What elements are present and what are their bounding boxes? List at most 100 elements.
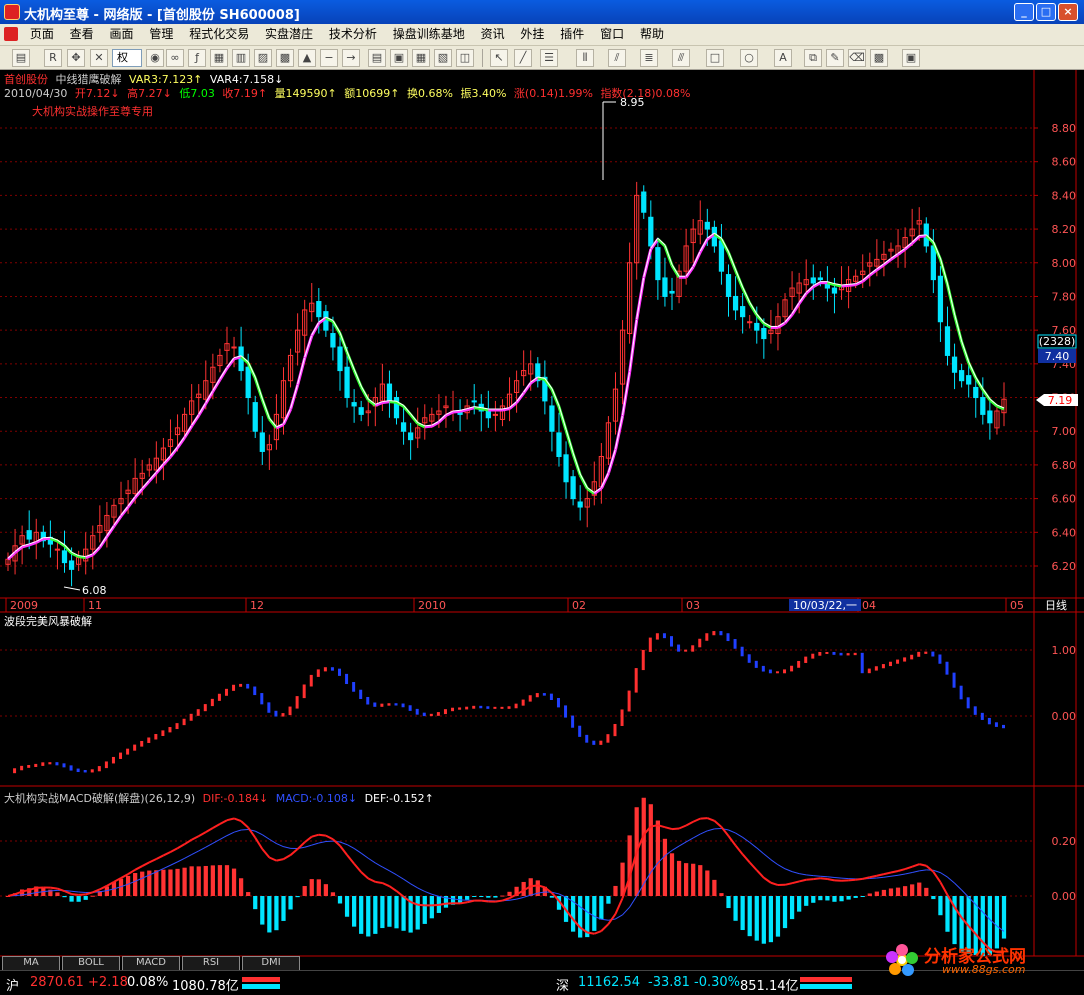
line-icon[interactable]: ╱ — [514, 49, 532, 67]
arrow-icon[interactable]: → — [342, 49, 360, 67]
bars-icon[interactable]: ⦀ — [576, 49, 594, 67]
menu-technical-analysis[interactable]: 技术分析 — [323, 24, 383, 45]
wave-dot — [839, 652, 843, 656]
text-lines-icon[interactable]: ☰ — [540, 49, 558, 67]
ma-ribbon-segment — [861, 274, 871, 283]
quote-index: 指数(2.18)0.08% — [600, 87, 691, 100]
wave-dot — [896, 659, 900, 664]
candle-body — [231, 346, 237, 349]
link-icon[interactable]: ∞ — [166, 49, 184, 67]
eraser-icon[interactable]: ⌫ — [848, 49, 866, 67]
alarm-icon[interactable]: ▲ — [298, 49, 316, 67]
move-icon[interactable]: ✥ — [67, 49, 85, 67]
stats-icon[interactable]: ▥ — [232, 49, 250, 67]
candle-body — [655, 247, 661, 281]
wave-dot — [677, 644, 681, 652]
dea-line-segment — [897, 873, 906, 876]
diagram-icon[interactable]: ▦ — [210, 49, 228, 67]
ellipse-icon[interactable]: ○ — [740, 49, 758, 67]
save-icon[interactable]: ▣ — [902, 49, 920, 67]
price-tick-label: 8.20 — [1052, 223, 1077, 236]
macd-histogram-bar — [493, 896, 498, 898]
menu-live-dealer[interactable]: 实盘潜庄 — [259, 24, 319, 45]
menu-plugin-ext[interactable]: 外挂 — [514, 24, 550, 45]
macd-histogram-bar — [655, 820, 660, 896]
layout4-icon[interactable]: ▧ — [434, 49, 452, 67]
chart2-icon[interactable]: ◫ — [456, 49, 474, 67]
menu-program-trading[interactable]: 程式化交易 — [183, 24, 255, 45]
chart-canvas[interactable]: 8.808.608.408.208.007.807.607.407.207.00… — [0, 70, 1084, 970]
minus-icon[interactable]: − — [320, 49, 338, 67]
candle-body — [259, 432, 265, 452]
layout2-icon[interactable]: ▣ — [390, 49, 408, 67]
tab-boll[interactable]: BOLL — [62, 956, 120, 970]
wave-dot — [189, 713, 193, 721]
dif-line-segment — [813, 877, 821, 881]
menu-screen[interactable]: 画面 — [104, 24, 140, 45]
ma-line-segment — [558, 405, 567, 430]
tab-rsi[interactable]: RSI — [182, 956, 240, 970]
menu-news[interactable]: 资讯 — [475, 24, 511, 45]
refresh-icon[interactable]: ◉ — [146, 49, 164, 67]
delete-icon[interactable]: ✕ — [90, 49, 108, 67]
sz-index: 11162.54 — [578, 975, 641, 990]
ma-ribbon-segment — [790, 302, 801, 316]
cursor-icon[interactable]: ↖ — [490, 49, 508, 67]
dif-line-segment — [904, 865, 913, 871]
ma-ribbon-segment — [424, 424, 432, 429]
wave-dot — [76, 768, 80, 773]
copy-icon[interactable]: ⧉ — [804, 49, 822, 67]
color-icon[interactable]: ▩ — [870, 49, 888, 67]
candle-body — [245, 366, 251, 399]
ma-line-segment — [332, 320, 341, 333]
menu-training-base[interactable]: 操盘训练基地 — [387, 24, 471, 45]
menu-window[interactable]: 窗口 — [594, 24, 630, 45]
menu-view[interactable]: 查看 — [64, 24, 100, 45]
menu-page[interactable]: 页面 — [24, 24, 60, 45]
layout3-icon[interactable]: ▦ — [412, 49, 430, 67]
wave-dot — [528, 695, 532, 702]
macd-histogram-bar — [217, 865, 223, 896]
grid-icon[interactable]: ▩ — [276, 49, 294, 67]
ma-line-segment — [664, 244, 673, 265]
candle-body — [61, 550, 68, 564]
maximize-button[interactable]: □ — [1036, 3, 1056, 21]
ma-ribbon-segment — [105, 525, 116, 538]
pencil-icon[interactable]: ✎ — [826, 49, 844, 67]
menu-plugins[interactable]: 插件 — [554, 24, 590, 45]
menu-help[interactable]: 帮助 — [634, 24, 670, 45]
layout-icon[interactable]: ▤ — [368, 49, 386, 67]
open-icon[interactable]: ▤ — [12, 49, 30, 67]
tab-dmi[interactable]: DMI — [242, 956, 300, 970]
minimize-button[interactable]: _ — [1014, 3, 1034, 21]
tab-ma[interactable]: MA — [2, 956, 60, 970]
rsi-icon[interactable]: R — [44, 49, 62, 67]
wave-dot — [797, 660, 801, 668]
menu-manage[interactable]: 管理 — [143, 24, 179, 45]
fan-icon[interactable]: ⫽ — [608, 49, 626, 67]
formula-icon[interactable]: ƒ — [188, 49, 206, 67]
rect-icon[interactable]: □ — [706, 49, 724, 67]
rights-select[interactable]: 权 — [112, 49, 142, 67]
parallel-icon[interactable]: ⫻ — [672, 49, 690, 67]
wave-dot — [168, 727, 172, 733]
candle-body — [641, 191, 647, 213]
close-button[interactable]: × — [1058, 3, 1078, 21]
tab-macd[interactable]: MACD — [122, 956, 180, 970]
wave-dot — [641, 649, 645, 671]
font-icon[interactable]: A — [774, 49, 792, 67]
channel-icon[interactable]: ≣ — [640, 49, 658, 67]
candle-body — [358, 407, 364, 415]
macd-histogram-bar — [902, 886, 908, 896]
chart-icon[interactable]: ▨ — [254, 49, 272, 67]
wave-dot — [239, 683, 243, 687]
chart-area[interactable]: 8.808.608.408.208.007.807.607.407.207.00… — [0, 70, 1084, 970]
candle-body — [754, 322, 760, 331]
candle-body — [549, 405, 555, 432]
ma-line-segment — [424, 424, 432, 427]
wave-dot — [917, 651, 921, 657]
dea-line-segment — [905, 872, 913, 875]
ma-ribbon-segment — [197, 402, 208, 417]
low-marker-line — [63, 586, 81, 591]
wave-dot — [740, 646, 744, 657]
